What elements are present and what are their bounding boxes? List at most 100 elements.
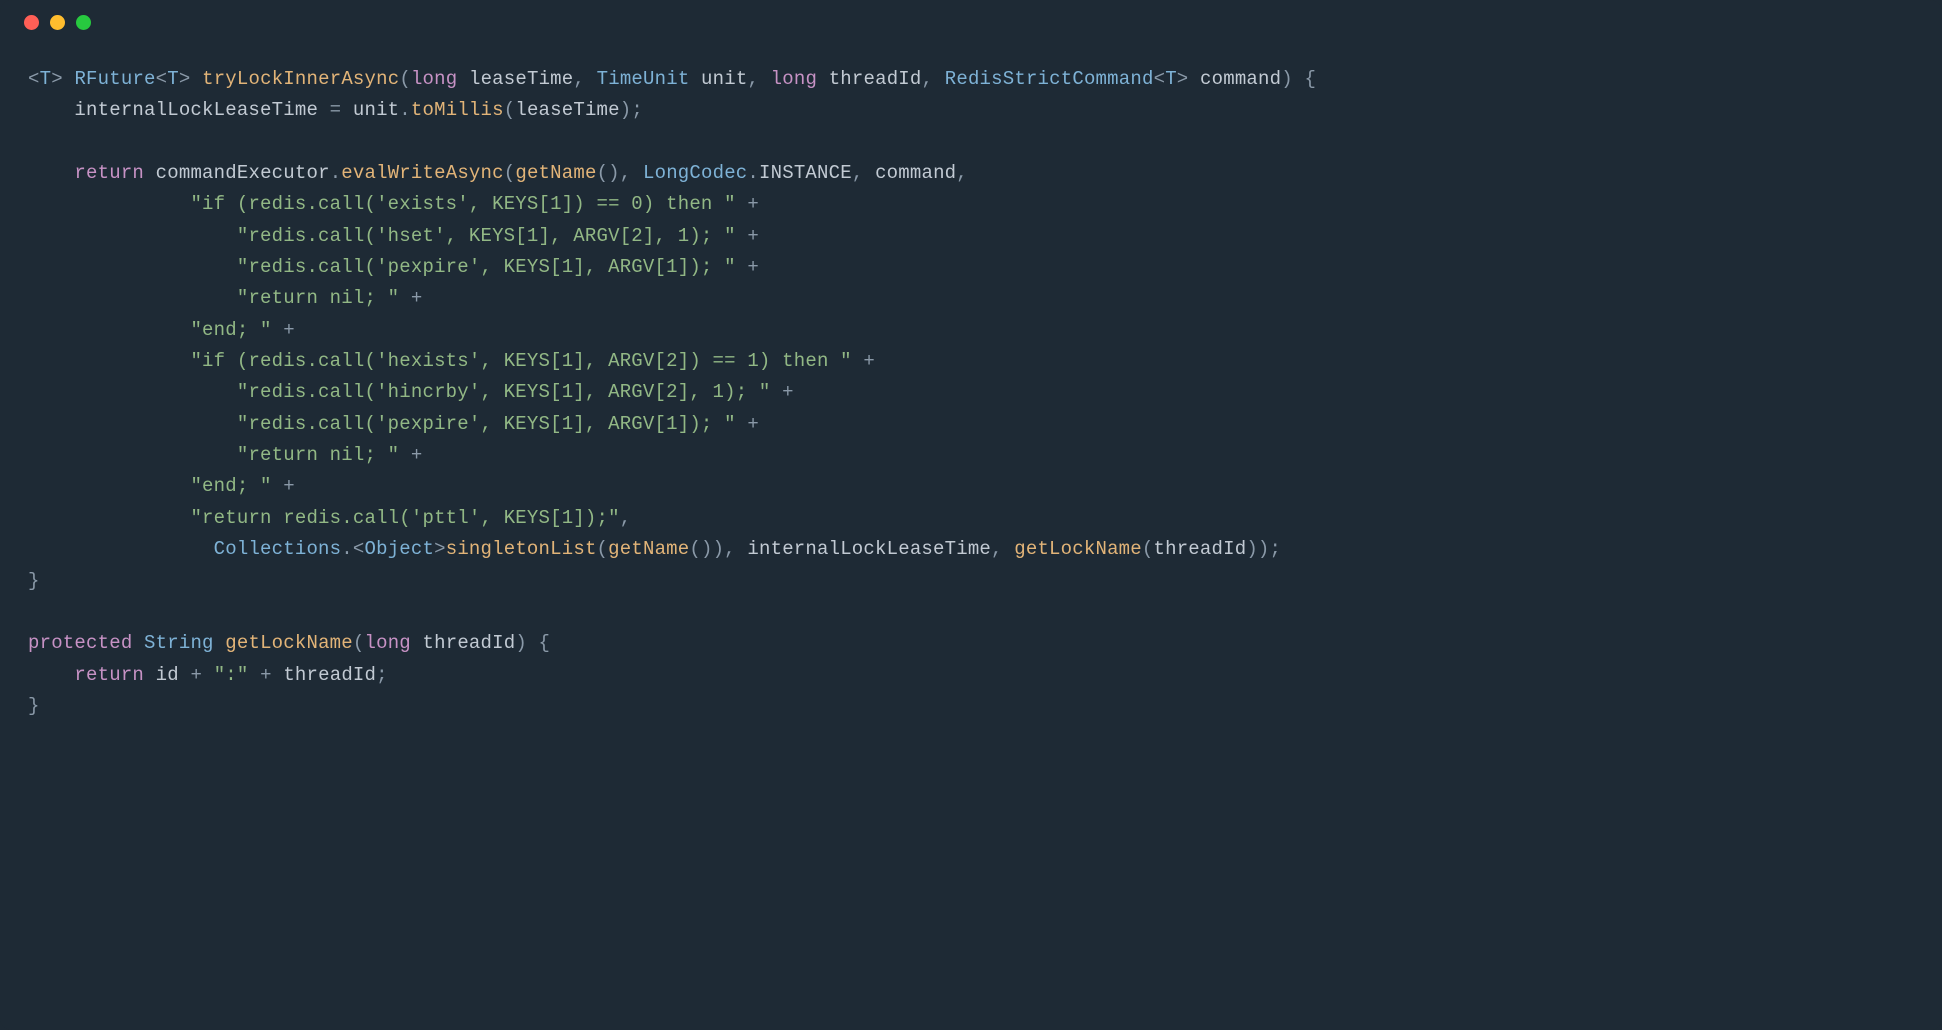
- code-token: +: [190, 664, 213, 686]
- code-token: (: [504, 99, 516, 121]
- code-token: internalLockLeaseTime: [747, 538, 991, 560]
- code-token: [132, 632, 144, 654]
- code-token: singletonList: [446, 538, 597, 560]
- code-token: RedisStrictCommand: [945, 68, 1154, 90]
- code-token: id: [144, 664, 190, 686]
- code-token: (: [1142, 538, 1154, 560]
- code-token: [28, 538, 214, 560]
- code-token: [28, 381, 237, 403]
- code-token: ));: [1246, 538, 1281, 560]
- code-token: >: [434, 538, 446, 560]
- code-token: [28, 256, 237, 278]
- code-token: +: [852, 350, 875, 372]
- code-token: [214, 632, 226, 654]
- code-token: unit: [353, 99, 399, 121]
- window-titlebar: [0, 0, 1942, 44]
- code-token: ;: [376, 664, 388, 686]
- code-token: (: [597, 538, 609, 560]
- code-token: long: [365, 632, 411, 654]
- code-token: .: [399, 99, 411, 121]
- code-token: "redis.call('hincrby', KEYS[1], ARGV[2],…: [237, 381, 771, 403]
- code-token: +: [272, 475, 295, 497]
- code-token: leaseTime: [457, 68, 573, 90]
- code-token: >: [179, 68, 202, 90]
- code-token: Object: [364, 538, 434, 560]
- code-token: }: [28, 570, 40, 592]
- code-token: long: [771, 68, 817, 90]
- code-token: protected: [28, 632, 132, 654]
- code-token: "end; ": [190, 319, 271, 341]
- code-token: ()),: [689, 538, 747, 560]
- code-token: threadId: [283, 664, 376, 686]
- code-token: [28, 350, 190, 372]
- code-token: "redis.call('pexpire', KEYS[1], ARGV[1])…: [237, 256, 736, 278]
- code-token: "return redis.call('pttl', KEYS[1]);": [190, 507, 619, 529]
- code-token: getName: [608, 538, 689, 560]
- code-token: +: [249, 664, 284, 686]
- code-token: +: [399, 444, 422, 466]
- code-token: (: [353, 632, 365, 654]
- code-token: .: [747, 162, 759, 184]
- code-token: ) {: [1281, 68, 1316, 90]
- code-token: =: [330, 99, 353, 121]
- code-token: getLockName: [225, 632, 353, 654]
- code-token: >: [1177, 68, 1200, 90]
- code-token: [28, 664, 74, 686]
- code-token: "redis.call('hset', KEYS[1], ARGV[2], 1)…: [237, 225, 736, 247]
- code-token: );: [620, 99, 643, 121]
- code-window: <T> RFuture<T> tryLockInnerAsync(long le…: [0, 0, 1942, 1030]
- code-token: ,: [922, 68, 945, 90]
- code-token: ,: [747, 68, 770, 90]
- code-token: [28, 413, 237, 435]
- code-token: command: [1200, 68, 1281, 90]
- code-token: (: [399, 68, 411, 90]
- code-token: [28, 162, 74, 184]
- code-token: [28, 444, 237, 466]
- code-token: LongCodec: [643, 162, 747, 184]
- code-token: +: [736, 413, 759, 435]
- zoom-icon[interactable]: [76, 15, 91, 30]
- code-token: INSTANCE: [759, 162, 852, 184]
- code-token: [28, 193, 190, 215]
- minimize-icon[interactable]: [50, 15, 65, 30]
- code-token: .: [330, 162, 342, 184]
- code-token: "if (redis.call('hexists', KEYS[1], ARGV…: [190, 350, 851, 372]
- code-token: unit: [689, 68, 747, 90]
- code-token: [28, 225, 237, 247]
- code-token: threadId: [817, 68, 921, 90]
- code-token: "redis.call('pexpire', KEYS[1], ARGV[1])…: [237, 413, 736, 435]
- code-token: ,: [620, 507, 632, 529]
- code-token: ,: [991, 538, 1014, 560]
- code-token: .<: [341, 538, 364, 560]
- code-token: <: [156, 68, 168, 90]
- code-token: commandExecutor: [144, 162, 330, 184]
- code-token: return: [74, 664, 144, 686]
- code-token: [28, 475, 190, 497]
- code-token: "if (redis.call('exists', KEYS[1]) == 0)…: [190, 193, 735, 215]
- code-token: toMillis: [411, 99, 504, 121]
- code-token: [28, 287, 237, 309]
- code-token: leaseTime: [515, 99, 619, 121]
- code-token: Collections: [214, 538, 342, 560]
- code-token: RFuture: [74, 68, 155, 90]
- code-token: }: [28, 695, 40, 717]
- code-token: long: [411, 68, 457, 90]
- code-token: T: [167, 68, 179, 90]
- code-token: +: [736, 225, 759, 247]
- code-token: internalLockLeaseTime: [28, 99, 330, 121]
- code-token: ,: [852, 162, 875, 184]
- code-token: <: [28, 68, 40, 90]
- code-token: (),: [597, 162, 643, 184]
- code-token: getName: [515, 162, 596, 184]
- code-token: ,: [573, 68, 596, 90]
- code-token: ,: [956, 162, 968, 184]
- close-icon[interactable]: [24, 15, 39, 30]
- code-token: TimeUnit: [597, 68, 690, 90]
- code-token: threadId: [411, 632, 515, 654]
- code-token: getLockName: [1014, 538, 1142, 560]
- code-token: +: [399, 287, 422, 309]
- code-token: String: [144, 632, 214, 654]
- code-token: +: [272, 319, 295, 341]
- code-token: "return nil; ": [237, 287, 399, 309]
- code-token: +: [771, 381, 794, 403]
